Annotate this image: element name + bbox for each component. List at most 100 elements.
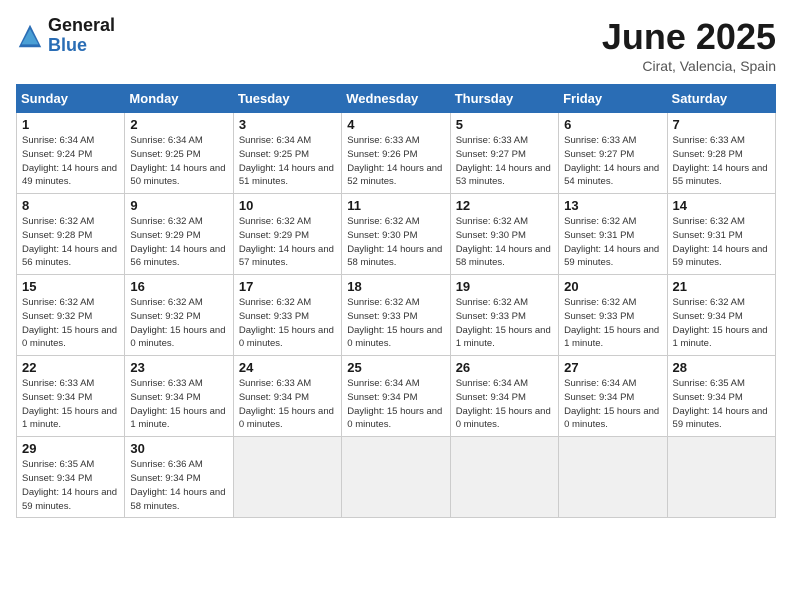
day-number: 8 <box>22 198 119 213</box>
day-number: 11 <box>347 198 444 213</box>
calendar-day: 15Sunrise: 6:32 AMSunset: 9:32 PMDayligh… <box>17 275 125 356</box>
calendar-day: 22 Sunrise: 6:33 AMSunset: 9:34 PMDayligh… <box>17 356 125 437</box>
calendar-day: 10 Sunrise: 6:32 AMSunset: 9:29 PMDayligh… <box>233 194 341 275</box>
calendar-day: 1Sunrise: 6:34 AMSunset: 9:24 PMDaylight… <box>17 113 125 194</box>
day-info: Sunrise: 6:32 AMSunset: 9:29 PMDaylight:… <box>239 215 336 270</box>
day-info: Sunrise: 6:33 AMSunset: 9:34 PMDaylight:… <box>22 377 119 432</box>
day-number: 4 <box>347 117 444 132</box>
calendar-day: 29Sunrise: 6:35 AMSunset: 9:34 PMDayligh… <box>17 437 125 518</box>
day-number: 2 <box>130 117 227 132</box>
day-number: 10 <box>239 198 336 213</box>
column-header-tuesday: Tuesday <box>233 85 341 113</box>
column-header-saturday: Saturday <box>667 85 775 113</box>
day-number: 17 <box>239 279 336 294</box>
day-info: Sunrise: 6:32 AMSunset: 9:32 PMDaylight:… <box>130 296 227 351</box>
day-info: Sunrise: 6:33 AMSunset: 9:27 PMDaylight:… <box>456 134 553 189</box>
day-number: 30 <box>130 441 227 456</box>
day-info: Sunrise: 6:34 AMSunset: 9:24 PMDaylight:… <box>22 134 119 189</box>
day-info: Sunrise: 6:34 AMSunset: 9:34 PMDaylight:… <box>564 377 661 432</box>
calendar-day: 6 Sunrise: 6:33 AMSunset: 9:27 PMDaylight… <box>559 113 667 194</box>
day-number: 13 <box>564 198 661 213</box>
day-info: Sunrise: 6:33 AMSunset: 9:27 PMDaylight:… <box>564 134 661 189</box>
calendar-week-4: 22 Sunrise: 6:33 AMSunset: 9:34 PMDayligh… <box>17 356 776 437</box>
day-number: 27 <box>564 360 661 375</box>
calendar-day <box>342 437 450 518</box>
column-header-thursday: Thursday <box>450 85 558 113</box>
calendar-day: 4 Sunrise: 6:33 AMSunset: 9:26 PMDaylight… <box>342 113 450 194</box>
calendar-day <box>233 437 341 518</box>
day-number: 26 <box>456 360 553 375</box>
day-info: Sunrise: 6:35 AMSunset: 9:34 PMDaylight:… <box>673 377 770 432</box>
calendar-day: 17 Sunrise: 6:32 AMSunset: 9:33 PMDayligh… <box>233 275 341 356</box>
logo-blue-text: Blue <box>48 36 115 56</box>
day-info: Sunrise: 6:32 AMSunset: 9:29 PMDaylight:… <box>130 215 227 270</box>
calendar-day: 5 Sunrise: 6:33 AMSunset: 9:27 PMDaylight… <box>450 113 558 194</box>
calendar-day: 27 Sunrise: 6:34 AMSunset: 9:34 PMDayligh… <box>559 356 667 437</box>
day-number: 12 <box>456 198 553 213</box>
calendar-day: 13Sunrise: 6:32 AMSunset: 9:31 PMDayligh… <box>559 194 667 275</box>
calendar-day: 24 Sunrise: 6:33 AMSunset: 9:34 PMDayligh… <box>233 356 341 437</box>
day-info: Sunrise: 6:32 AMSunset: 9:32 PMDaylight:… <box>22 296 119 351</box>
day-number: 24 <box>239 360 336 375</box>
day-info: Sunrise: 6:34 AMSunset: 9:25 PMDaylight:… <box>130 134 227 189</box>
column-header-monday: Monday <box>125 85 233 113</box>
day-info: Sunrise: 6:32 AMSunset: 9:33 PMDaylight:… <box>239 296 336 351</box>
calendar-day: 28 Sunrise: 6:35 AMSunset: 9:34 PMDayligh… <box>667 356 775 437</box>
logo-icon <box>16 22 44 50</box>
day-info: Sunrise: 6:33 AMSunset: 9:26 PMDaylight:… <box>347 134 444 189</box>
calendar-day <box>559 437 667 518</box>
day-number: 21 <box>673 279 770 294</box>
day-number: 25 <box>347 360 444 375</box>
day-number: 6 <box>564 117 661 132</box>
calendar-day: 9 Sunrise: 6:32 AMSunset: 9:29 PMDaylight… <box>125 194 233 275</box>
calendar-day: 14Sunrise: 6:32 AMSunset: 9:31 PMDayligh… <box>667 194 775 275</box>
calendar-day <box>667 437 775 518</box>
logo-general-text: General <box>48 16 115 36</box>
calendar-week-3: 15Sunrise: 6:32 AMSunset: 9:32 PMDayligh… <box>17 275 776 356</box>
day-info: Sunrise: 6:34 AMSunset: 9:34 PMDaylight:… <box>347 377 444 432</box>
day-number: 19 <box>456 279 553 294</box>
calendar-week-1: 1Sunrise: 6:34 AMSunset: 9:24 PMDaylight… <box>17 113 776 194</box>
day-info: Sunrise: 6:36 AMSunset: 9:34 PMDaylight:… <box>130 458 227 513</box>
calendar-day <box>450 437 558 518</box>
column-header-sunday: Sunday <box>17 85 125 113</box>
day-number: 23 <box>130 360 227 375</box>
calendar-day: 18 Sunrise: 6:32 AMSunset: 9:33 PMDayligh… <box>342 275 450 356</box>
location-title: Cirat, Valencia, Spain <box>602 58 776 74</box>
calendar-day: 16Sunrise: 6:32 AMSunset: 9:32 PMDayligh… <box>125 275 233 356</box>
calendar-day: 12 Sunrise: 6:32 AMSunset: 9:30 PMDayligh… <box>450 194 558 275</box>
day-number: 9 <box>130 198 227 213</box>
day-number: 22 <box>22 360 119 375</box>
calendar-day: 23 Sunrise: 6:33 AMSunset: 9:34 PMDayligh… <box>125 356 233 437</box>
logo: General Blue <box>16 16 115 56</box>
calendar-day: 8 Sunrise: 6:32 AMSunset: 9:28 PMDaylight… <box>17 194 125 275</box>
column-header-friday: Friday <box>559 85 667 113</box>
calendar-day: 30 Sunrise: 6:36 AMSunset: 9:34 PMDayligh… <box>125 437 233 518</box>
day-info: Sunrise: 6:33 AMSunset: 9:34 PMDaylight:… <box>130 377 227 432</box>
day-info: Sunrise: 6:32 AMSunset: 9:30 PMDaylight:… <box>347 215 444 270</box>
calendar-week-5: 29Sunrise: 6:35 AMSunset: 9:34 PMDayligh… <box>17 437 776 518</box>
day-header-row: SundayMondayTuesdayWednesdayThursdayFrid… <box>17 85 776 113</box>
day-number: 18 <box>347 279 444 294</box>
calendar-day: 21 Sunrise: 6:32 AMSunset: 9:34 PMDayligh… <box>667 275 775 356</box>
day-info: Sunrise: 6:32 AMSunset: 9:34 PMDaylight:… <box>673 296 770 351</box>
calendar-day: 26 Sunrise: 6:34 AMSunset: 9:34 PMDayligh… <box>450 356 558 437</box>
title-area: June 2025 Cirat, Valencia, Spain <box>602 16 776 74</box>
day-info: Sunrise: 6:32 AMSunset: 9:33 PMDaylight:… <box>347 296 444 351</box>
day-info: Sunrise: 6:32 AMSunset: 9:30 PMDaylight:… <box>456 215 553 270</box>
calendar-day: 25 Sunrise: 6:34 AMSunset: 9:34 PMDayligh… <box>342 356 450 437</box>
day-number: 3 <box>239 117 336 132</box>
day-number: 5 <box>456 117 553 132</box>
month-title: June 2025 <box>602 16 776 58</box>
day-info: Sunrise: 6:32 AMSunset: 9:28 PMDaylight:… <box>22 215 119 270</box>
calendar-day: 11 Sunrise: 6:32 AMSunset: 9:30 PMDayligh… <box>342 194 450 275</box>
calendar-table: SundayMondayTuesdayWednesdayThursdayFrid… <box>16 84 776 518</box>
day-number: 28 <box>673 360 770 375</box>
day-info: Sunrise: 6:34 AMSunset: 9:34 PMDaylight:… <box>456 377 553 432</box>
day-number: 14 <box>673 198 770 213</box>
calendar-day: 2 Sunrise: 6:34 AMSunset: 9:25 PMDaylight… <box>125 113 233 194</box>
calendar-day: 3Sunrise: 6:34 AMSunset: 9:25 PMDaylight… <box>233 113 341 194</box>
day-number: 7 <box>673 117 770 132</box>
calendar-day: 20Sunrise: 6:32 AMSunset: 9:33 PMDayligh… <box>559 275 667 356</box>
day-info: Sunrise: 6:33 AMSunset: 9:34 PMDaylight:… <box>239 377 336 432</box>
